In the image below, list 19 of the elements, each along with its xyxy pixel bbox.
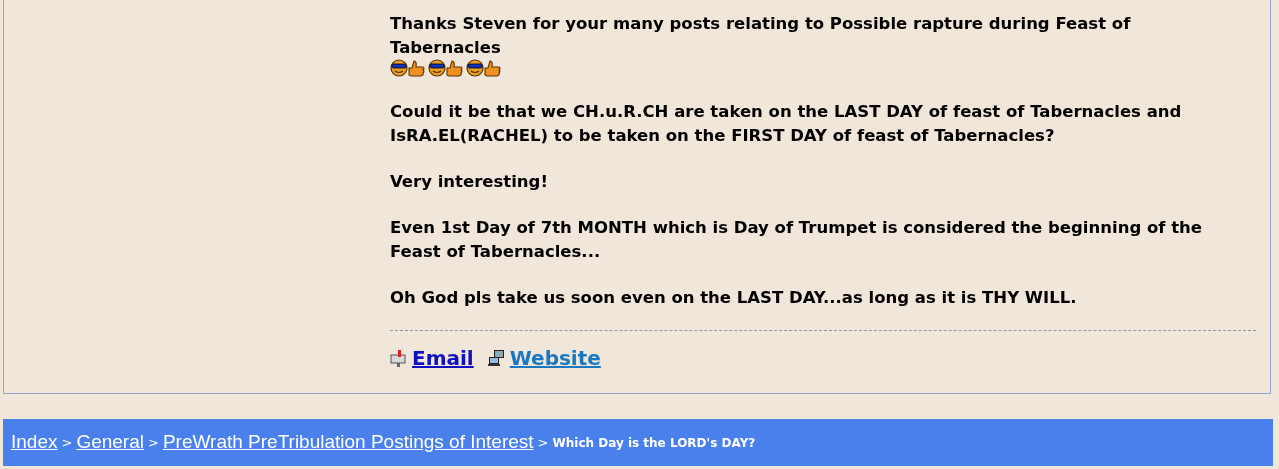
email-link[interactable]: Email xyxy=(412,343,474,373)
mailbox-icon xyxy=(390,349,408,367)
post-text: Thanks Steven for your many posts relating to Possible rapture during Feast of Tabernacles xyxy=(390,13,1132,59)
breadcrumb-link[interactable]: General xyxy=(76,428,144,457)
post-text: Even 1st Day of 7th MONTH which is Day of Trumpet is considered the beginning of the Feast of Tabernacles... xyxy=(390,217,1204,263)
post-text: Oh God pls take us soon even on the LAST DAY...as long as it is THY WILL. xyxy=(390,287,1078,309)
thumbs-up-smiley-icon xyxy=(466,58,502,78)
computer-icon xyxy=(487,349,506,367)
breadcrumb-current: Which Day is the LORD's DAY? xyxy=(552,434,756,452)
breadcrumb-separator: > xyxy=(537,433,549,452)
thumbs-up-smiley-icon xyxy=(390,58,426,78)
breadcrumb-separator: > xyxy=(148,433,159,452)
thumbs-up-smiley-icon xyxy=(428,58,464,78)
post-text: Could it be that we CH.u.R.CH are taken on the LAST DAY of feast of Tabernacles and IsRA.EL(RACHEL) to be taken on the FIRST DAY of feast of Tabernacles? xyxy=(390,101,1183,147)
breadcrumb-link[interactable]: PreWrath PreTribulation Postings of Interest xyxy=(162,428,534,457)
post-text: Very interesting! xyxy=(390,171,549,193)
breadcrumb-separator: > xyxy=(61,433,73,452)
breadcrumb-link[interactable]: Index xyxy=(11,428,58,457)
website-link[interactable]: Website xyxy=(509,343,601,373)
